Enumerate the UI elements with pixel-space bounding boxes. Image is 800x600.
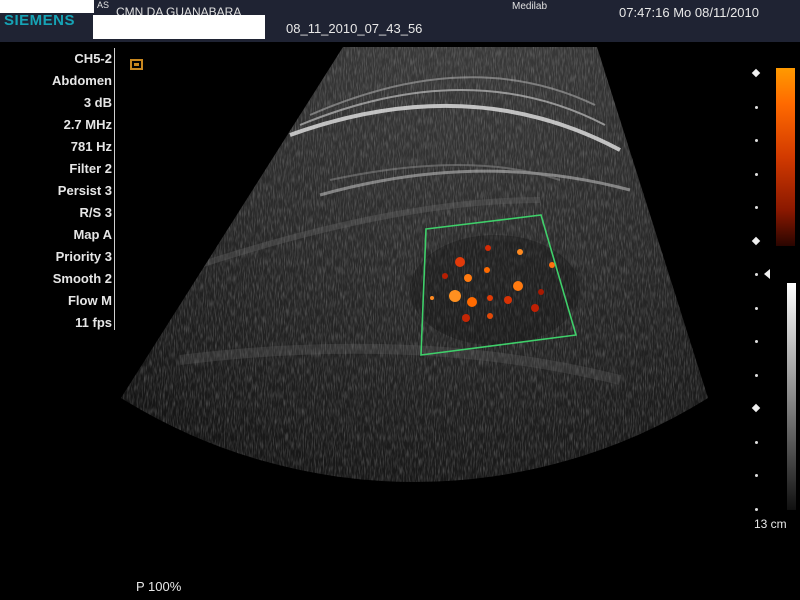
sector-field	[121, 47, 708, 482]
smooth-label: Smooth 2	[52, 271, 112, 286]
frequency-label: 2.7 MHz	[63, 117, 112, 132]
fps-label: 11 fps	[75, 315, 112, 330]
map-label: Map A	[73, 227, 112, 242]
params-divider	[114, 48, 115, 330]
flow-label: Flow M	[67, 293, 112, 308]
power-label: P 100%	[136, 579, 182, 594]
filter-label: Filter 2	[69, 161, 112, 176]
focus-marker-icon	[764, 269, 770, 279]
priority-label: Priority 3	[55, 249, 112, 264]
gray-map-bar	[787, 283, 796, 510]
scale-minor-tick	[755, 440, 758, 444]
scale-minor-tick	[755, 206, 758, 209]
color-map-bar	[776, 68, 795, 246]
rs-label: R/S 3	[79, 205, 112, 220]
scale-minor-tick	[755, 373, 758, 377]
persist-label: Persist 3	[57, 183, 112, 198]
scale-minor-tick	[755, 273, 758, 276]
prf-label: 781 Hz	[70, 139, 112, 154]
scale-minor-tick	[755, 474, 758, 477]
scale-minor-tick	[755, 507, 758, 511]
probe-label: CH5-2	[74, 51, 112, 66]
probe-orientation-icon	[130, 59, 143, 70]
scale-minor-tick	[755, 139, 758, 142]
scale-minor-tick	[755, 340, 758, 343]
preset-label: Abdomen	[52, 73, 112, 88]
acquisition-params: CH5-2 Abdomen 3 dB 2.7 MHz 781 Hz Filter…	[4, 48, 112, 334]
ultrasound-image	[121, 47, 708, 482]
gain-label: 3 dB	[83, 95, 112, 110]
scale-minor-tick	[755, 105, 758, 109]
depth-label: 13 cm	[754, 517, 787, 531]
scale-minor-tick	[755, 172, 758, 176]
scale-minor-tick	[755, 306, 758, 310]
